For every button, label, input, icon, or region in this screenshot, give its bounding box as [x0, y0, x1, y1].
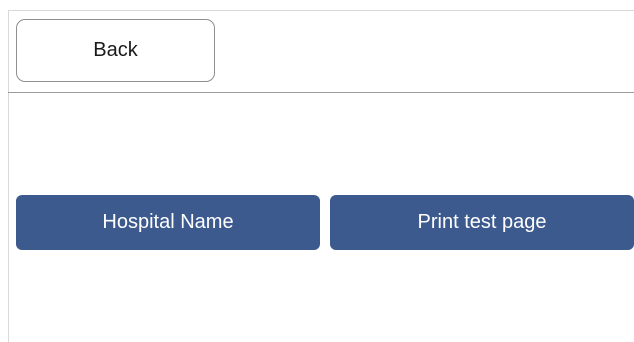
header-divider	[8, 92, 634, 93]
hospital-name-button[interactable]: Hospital Name	[16, 195, 320, 250]
settings-screen: Back Hospital Name Print test page	[0, 0, 634, 342]
top-border	[8, 10, 634, 11]
left-border	[8, 10, 9, 342]
print-test-page-button[interactable]: Print test page	[330, 195, 634, 250]
back-button[interactable]: Back	[16, 19, 215, 82]
